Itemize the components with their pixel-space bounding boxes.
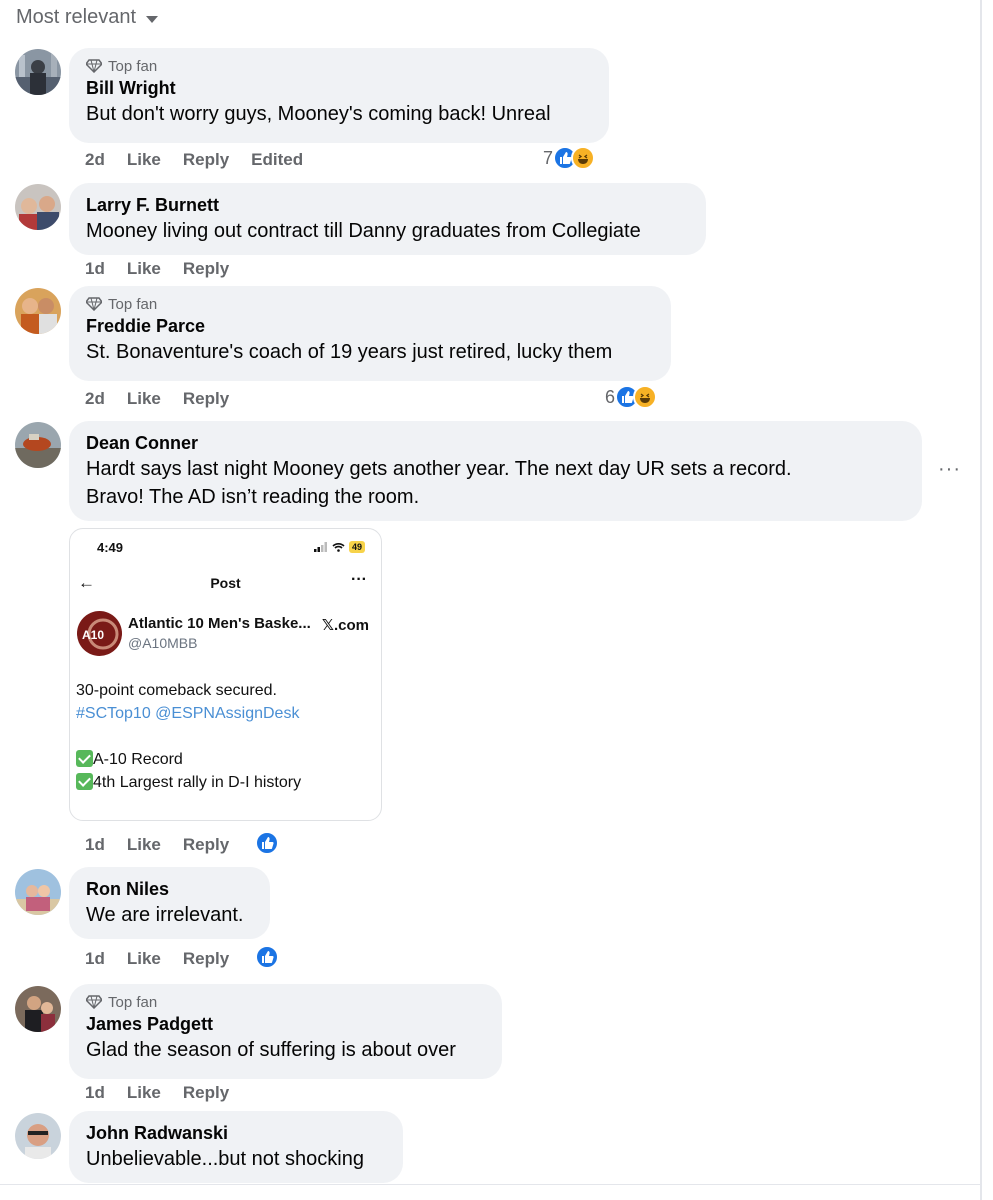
comment-bubble: Larry F. Burnett Mooney living out contr… <box>69 183 706 255</box>
like-button[interactable]: Like <box>127 389 161 409</box>
comment-bubble: Top fan James Padgett Glad the season of… <box>69 984 502 1079</box>
post-hashtags: #SCTop10 @ESPNAssignDesk <box>76 705 300 722</box>
comment-actions: 1d Like Reply <box>85 835 251 855</box>
comment-author[interactable]: Bill Wright <box>86 76 592 100</box>
comment-text-line: Bravo! The AD isn’t reading the room. <box>86 486 420 508</box>
reply-button[interactable]: Reply <box>183 949 229 969</box>
account-handle: @A10MBB <box>128 635 198 651</box>
comment-author[interactable]: James Padgett <box>86 1012 485 1036</box>
avatar[interactable] <box>15 422 61 468</box>
comment-text: But don't worry guys, Mooney's coming ba… <box>86 103 551 125</box>
status-bar: 49 <box>313 541 365 553</box>
post-title: Post <box>210 575 241 591</box>
comment-author[interactable]: Dean Conner <box>86 431 905 455</box>
diamond-icon <box>86 297 102 311</box>
reaction-count: 6 <box>605 386 616 407</box>
avatar[interactable] <box>15 288 61 334</box>
like-button[interactable]: Like <box>127 949 161 969</box>
sort-label: Most relevant <box>16 6 137 28</box>
more-options-icon[interactable]: ··· <box>938 458 961 481</box>
status-time: 4:49 <box>97 540 124 555</box>
comment-attachment-image[interactable]: 4:49 49 ← Post ··· A10 Atlantic 10 Men's… <box>69 528 382 821</box>
top-fan-badge: Top fan <box>86 294 654 314</box>
like-icon <box>255 831 279 855</box>
avatar[interactable] <box>15 986 61 1032</box>
svg-text:A10: A10 <box>82 628 104 642</box>
post-bullet: 4th Largest rally in D-I history <box>76 773 301 792</box>
avatar[interactable] <box>15 1113 61 1159</box>
avatar[interactable] <box>15 184 61 230</box>
divider <box>0 1184 980 1185</box>
reaction-summary[interactable] <box>255 945 279 969</box>
reaction-summary[interactable]: 6 <box>605 385 658 409</box>
x-logo: 𝕏.com <box>321 617 369 634</box>
comment-bubble: Top fan Bill Wright But don't worry guys… <box>69 48 609 143</box>
scrollbar-track[interactable] <box>980 0 982 1200</box>
like-icon <box>255 945 279 969</box>
reaction-summary[interactable]: 7 <box>543 146 596 170</box>
like-button[interactable]: Like <box>127 150 161 170</box>
haha-icon <box>571 146 596 170</box>
reply-button[interactable]: Reply <box>183 1083 229 1103</box>
reaction-count: 7 <box>543 147 554 168</box>
reply-button[interactable]: Reply <box>183 835 229 855</box>
comment-age[interactable]: 2d <box>85 150 105 170</box>
avatar[interactable] <box>15 49 61 95</box>
comment-author[interactable]: Freddie Parce <box>86 314 654 338</box>
comment-text: Mooney living out contract till Danny gr… <box>86 220 641 242</box>
reply-button[interactable]: Reply <box>183 259 229 279</box>
avatar[interactable] <box>15 869 61 915</box>
battery-icon: 49 <box>348 541 365 553</box>
comments-section: Most relevant Top fan Bill Wright But do… <box>0 0 980 1200</box>
edited-label[interactable]: Edited <box>251 150 303 170</box>
comment-actions: 2d Like Reply Edited <box>85 150 325 170</box>
comment-author[interactable]: Ron Niles <box>86 877 253 901</box>
post-bullet: A-10 Record <box>76 750 183 769</box>
comment-age[interactable]: 1d <box>85 1083 105 1103</box>
diamond-icon <box>86 59 102 73</box>
comment-author[interactable]: John Radwanski <box>86 1121 386 1145</box>
a10-logo: A10 <box>77 611 122 656</box>
reply-button[interactable]: Reply <box>183 389 229 409</box>
like-button[interactable]: Like <box>127 1083 161 1103</box>
comment-author[interactable]: Larry F. Burnett <box>86 193 689 217</box>
top-fan-badge: Top fan <box>86 56 592 76</box>
comment-bubble: Ron Niles We are irrelevant. <box>69 867 270 939</box>
comment-actions: 1d Like Reply <box>85 949 251 969</box>
top-fan-badge: Top fan <box>86 992 485 1012</box>
comment-actions: 1d Like Reply <box>85 259 251 279</box>
reply-button[interactable]: Reply <box>183 150 229 170</box>
comment-age[interactable]: 2d <box>85 389 105 409</box>
checkmark-icon <box>76 773 93 790</box>
post-text: 30-point comeback secured. <box>76 682 277 699</box>
account-name: Atlantic 10 Men's Baske... <box>128 615 311 632</box>
comment-text-line: Hardt says last night Mooney gets anothe… <box>86 458 792 480</box>
comment-text: Glad the season of suffering is about ov… <box>86 1039 456 1061</box>
comment-text: We are irrelevant. <box>86 904 244 926</box>
comment-bubble: Top fan Freddie Parce St. Bonaventure's … <box>69 286 671 381</box>
diamond-icon <box>86 995 102 1009</box>
sort-dropdown[interactable]: Most relevant <box>16 6 159 29</box>
haha-icon <box>633 385 658 409</box>
signal-icon <box>313 542 327 552</box>
chevron-down-icon <box>146 16 159 23</box>
comment-bubble: John Radwanski Unbelievable...but not sh… <box>69 1111 403 1183</box>
comment-bubble: Dean Conner Hardt says last night Mooney… <box>69 421 922 521</box>
comment-actions: 1d Like Reply <box>85 1083 251 1103</box>
comment-text: St. Bonaventure's coach of 19 years just… <box>86 341 613 363</box>
comment-age[interactable]: 1d <box>85 949 105 969</box>
checkmark-icon <box>76 750 93 767</box>
like-button[interactable]: Like <box>127 835 161 855</box>
comment-age[interactable]: 1d <box>85 259 105 279</box>
wifi-icon <box>332 543 345 552</box>
comment-age[interactable]: 1d <box>85 835 105 855</box>
comment-actions: 2d Like Reply <box>85 389 251 409</box>
like-button[interactable]: Like <box>127 259 161 279</box>
reaction-summary[interactable] <box>255 831 279 855</box>
comment-text: Unbelievable...but not shocking <box>86 1148 364 1170</box>
more-icon: ··· <box>351 571 367 588</box>
